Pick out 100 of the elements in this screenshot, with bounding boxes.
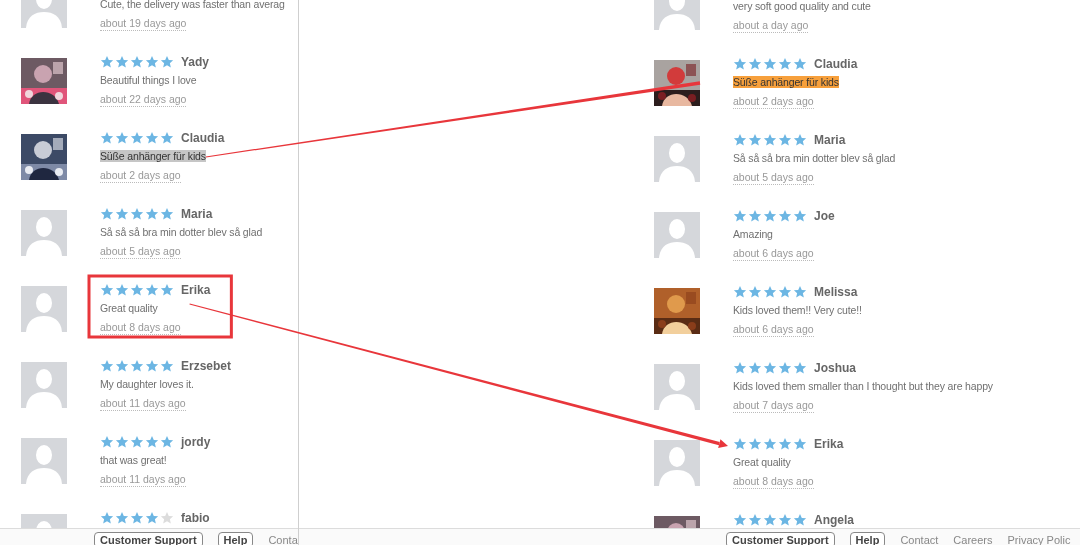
star-icon (145, 283, 159, 297)
star-icon (160, 359, 174, 373)
review-time-link[interactable]: about 2 days ago (733, 95, 814, 109)
reviewer-name: fabio (181, 511, 210, 525)
star-icon (748, 361, 762, 375)
star-icon (145, 131, 159, 145)
review-comment: Cute, the delivery was faster than averag (100, 0, 285, 10)
star-icon (793, 57, 807, 71)
star-icon (778, 285, 792, 299)
star-icon (130, 435, 144, 449)
star-icon (793, 513, 807, 527)
star-icon (778, 133, 792, 147)
star-icon (115, 55, 129, 69)
star-icon (115, 435, 129, 449)
review-time-link[interactable]: about 8 days ago (100, 321, 181, 335)
reviewer-name: Claudia (814, 57, 858, 71)
star-icon (733, 133, 747, 147)
review-comment: My daughter loves it. (100, 378, 194, 390)
star-icon (160, 207, 174, 221)
star-icon (130, 207, 144, 221)
star-icon (115, 207, 129, 221)
review-comment: Great quality (733, 456, 791, 468)
star-icon (100, 511, 114, 525)
review-comment: Så så så bra min dotter blev så glad (100, 226, 263, 238)
star-icon (763, 513, 777, 527)
star-icon (130, 511, 144, 525)
star-icon (748, 285, 762, 299)
review-time-link[interactable]: about 6 days ago (733, 323, 814, 337)
star-icon (763, 133, 777, 147)
star-icon (100, 55, 114, 69)
review-comment: very soft good quality and cute (733, 0, 871, 12)
star-icon (733, 209, 747, 223)
reviewer-name: jordy (181, 435, 211, 449)
star-icon (130, 283, 144, 297)
star-icon (100, 359, 114, 373)
star-icon (160, 435, 174, 449)
review-time-link[interactable]: about 2 days ago (100, 169, 181, 183)
star-icon (733, 513, 747, 527)
review-comment: Kids loved them!! Very cute!! (733, 304, 862, 316)
star-icon (100, 283, 114, 297)
star-icon (115, 131, 129, 145)
star-icon (145, 511, 159, 525)
star-icon (748, 133, 762, 147)
reviewer-name: Melissa (814, 285, 858, 299)
review-time-link[interactable]: about a day ago (733, 19, 809, 33)
star-icon (793, 361, 807, 375)
star-icon (145, 435, 159, 449)
star-icon (793, 209, 807, 223)
star-icon (733, 437, 747, 451)
review-time-link[interactable]: about 5 days ago (100, 245, 181, 259)
footer-link[interactable]: Conta (268, 534, 298, 545)
reviewer-name: Angela (814, 513, 854, 527)
star-icon (748, 513, 762, 527)
star-icon (100, 435, 114, 449)
star-icon (130, 359, 144, 373)
star-icon (130, 131, 144, 145)
review-time-link[interactable]: about 11 days ago (100, 397, 186, 411)
star-icon (778, 361, 792, 375)
review-time-link[interactable]: about 22 days ago (100, 93, 187, 107)
star-icon (145, 359, 159, 373)
star-icon (160, 283, 174, 297)
star-icon (763, 437, 777, 451)
star-icon (145, 55, 159, 69)
star-icon (115, 283, 129, 297)
star-icon (748, 209, 762, 223)
footer-link[interactable]: Careers (953, 534, 993, 545)
star-icon (763, 209, 777, 223)
reviewer-name: Erzsebet (181, 359, 232, 373)
review-comment: Süße anhänger für kids (100, 150, 206, 162)
star-icon (793, 285, 807, 299)
star-icon (130, 55, 144, 69)
star-icon (778, 513, 792, 527)
star-icon (748, 57, 762, 71)
star-icon (778, 437, 792, 451)
reviewer-name: Erika (814, 437, 844, 451)
star-icon (793, 437, 807, 451)
review-time-link[interactable]: about 6 days ago (733, 247, 814, 261)
star-icon (763, 285, 777, 299)
review-comment: Great quality (100, 302, 158, 314)
review-comment: Beautiful things I love (100, 74, 197, 86)
reviewer-name: Erika (181, 283, 211, 297)
star-icon (748, 437, 762, 451)
review-time-link[interactable]: about 11 days ago (100, 473, 186, 487)
star-icon (733, 57, 747, 71)
reviewer-name: Joshua (814, 361, 856, 375)
review-time-link[interactable]: about 5 days ago (733, 171, 814, 185)
reviewer-name: Yady (181, 55, 210, 69)
reviewer-name: Joe (814, 209, 835, 223)
star-icon (763, 57, 777, 71)
review-time-link[interactable]: about 19 days ago (100, 17, 187, 31)
review-time-link[interactable]: about 8 days ago (733, 475, 814, 489)
star-icon (733, 285, 747, 299)
star-icon (793, 133, 807, 147)
star-icon (160, 55, 174, 69)
star-icon (733, 361, 747, 375)
star-icon (145, 207, 159, 221)
footer-link[interactable]: Contact (900, 534, 939, 545)
reviewer-name: Claudia (181, 131, 225, 145)
reviewer-name: Maria (181, 207, 213, 221)
review-time-link[interactable]: about 7 days ago (733, 399, 814, 413)
